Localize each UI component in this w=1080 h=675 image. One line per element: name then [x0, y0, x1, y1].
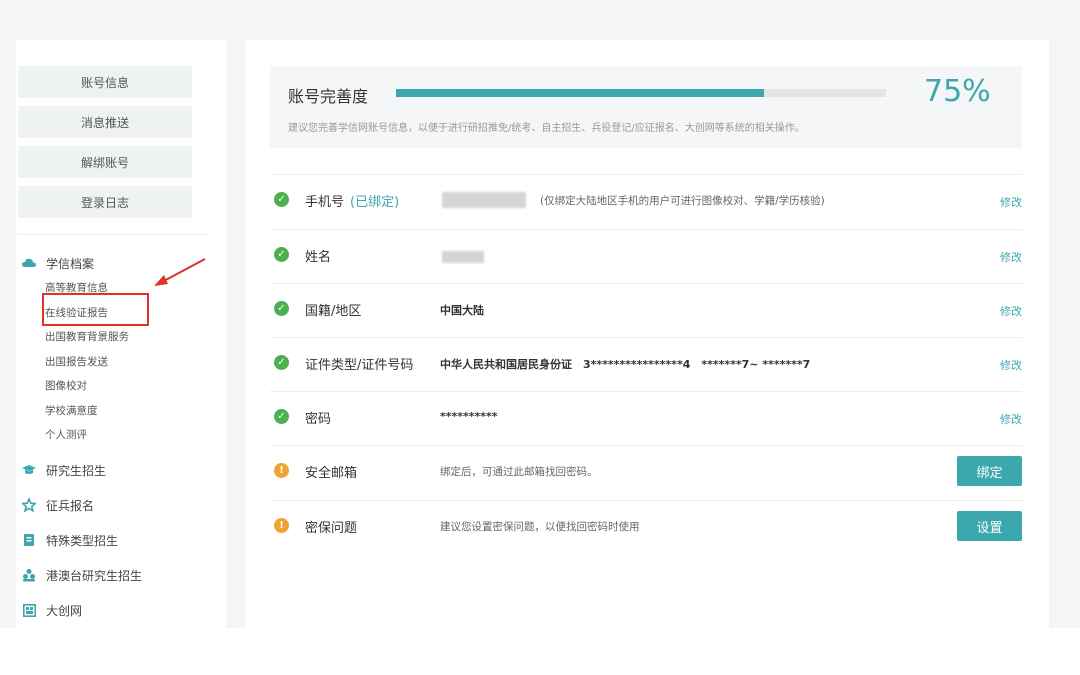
sidebar-subitem-overseas-education-service[interactable]: 出国教育背景服务: [45, 329, 129, 345]
sidebar-item-hkmt-graduate[interactable]: 港澳台研究生招生: [22, 565, 142, 585]
completeness-progress-fill: [396, 89, 764, 97]
sidebar-item-dachuang[interactable]: 大创网: [22, 600, 82, 620]
password-value: **********: [440, 410, 498, 423]
email-label: 安全邮箱: [305, 466, 358, 481]
name-label: 姓名: [305, 250, 332, 265]
cloud-icon: [22, 256, 36, 270]
bind-email-button[interactable]: 绑定: [957, 456, 1022, 486]
sidebar-item-label: 研究生招生: [46, 463, 107, 478]
phone-edit-link[interactable]: 修改: [1000, 194, 1022, 210]
password-edit-link[interactable]: 修改: [1000, 411, 1022, 427]
phone-label: 手机号 (已绑定): [305, 195, 400, 210]
sidebar-item-label: 特殊类型招生: [46, 533, 119, 548]
sidebar-item-xuexin-archive[interactable]: 学信档案: [22, 253, 94, 273]
check-icon: ✓: [274, 192, 289, 207]
completeness-percent: 75%: [924, 74, 991, 109]
email-row: ! 安全邮箱 绑定后，可通过此邮箱找回密码。 绑定: [270, 445, 1022, 500]
red-arrow-annotation: [154, 258, 206, 286]
sidebar-item-special-admission[interactable]: 特殊类型招生: [22, 530, 118, 550]
completeness-hint: 建议您完善学信网账号信息，以便于进行研招推免/统考、自主招生、兵役登记/应征报名…: [288, 123, 805, 134]
phone-row: ✓ 手机号 (已绑定) (仅绑定大陆地区手机的用户可进行图像校对、学籍/学历核验)…: [270, 174, 1022, 229]
id-edit-link[interactable]: 修改: [1000, 357, 1022, 373]
sidebar-item-conscription[interactable]: 征兵报名: [22, 495, 94, 515]
sidebar-item-label: 征兵报名: [46, 498, 95, 513]
password-label: 密码: [305, 412, 332, 427]
login-log-button[interactable]: 登录日志: [18, 186, 192, 218]
graduation-cap-icon: [22, 463, 36, 477]
sidebar-subitem-image-proofread[interactable]: 图像校对: [45, 378, 87, 394]
check-icon: ✓: [274, 355, 289, 370]
sidebar-item-graduate-admission[interactable]: 研究生招生: [22, 460, 106, 480]
star-icon: [22, 498, 36, 512]
sidebar-subitem-overseas-report-send[interactable]: 出国报告发送: [45, 354, 108, 370]
warning-icon: !: [274, 518, 289, 533]
highlight-box: [42, 293, 149, 326]
completeness-box: [270, 66, 1022, 148]
people-icon: [22, 568, 36, 582]
bound-tag: (已绑定): [350, 195, 400, 210]
name-edit-link[interactable]: 修改: [1000, 249, 1022, 265]
completeness-progress-bar: [396, 89, 886, 97]
nationality-row: ✓ 国籍/地区 中国大陆 修改: [270, 283, 1022, 338]
id-row: ✓ 证件类型/证件号码 中华人民共和国居民身份证 3**************…: [270, 337, 1022, 392]
security-question-label: 密保问题: [305, 521, 358, 536]
security-question-row: ! 密保问题 建议您设置密保问题，以便找回密码时使用 设置: [270, 500, 1022, 555]
bottom-margin: [0, 628, 1080, 675]
sidebar-item-label: 学信档案: [46, 256, 95, 271]
nationality-value: 中国大陆: [440, 304, 484, 317]
completeness-title: 账号完善度: [288, 87, 369, 106]
sidebar-subitem-personal-assessment[interactable]: 个人测评: [45, 427, 87, 443]
sidebar-subitem-school-satisfaction[interactable]: 学校满意度: [45, 403, 98, 419]
sidebar-item-label: 港澳台研究生招生: [46, 568, 143, 583]
id-label: 证件类型/证件号码: [305, 358, 414, 373]
message-push-button[interactable]: 消息推送: [18, 106, 192, 138]
name-row: ✓ 姓名 修改: [270, 229, 1022, 284]
security-question-note: 建议您设置密保问题，以便找回密码时使用: [440, 521, 640, 533]
blurred-phone: [442, 192, 526, 208]
phone-note: (仅绑定大陆地区手机的用户可进行图像校对、学籍/学历核验): [540, 195, 825, 207]
check-icon: ✓: [274, 409, 289, 424]
top-band: [0, 0, 1080, 22]
blurred-name: [442, 251, 484, 263]
email-note: 绑定后，可通过此邮箱找回密码。: [440, 466, 598, 478]
check-icon: ✓: [274, 247, 289, 262]
book-icon: [22, 533, 36, 547]
password-row: ✓ 密码 ********** 修改: [270, 391, 1022, 446]
set-security-question-button[interactable]: 设置: [957, 511, 1022, 541]
window-icon: [22, 603, 36, 617]
unbind-account-button[interactable]: 解绑账号: [18, 146, 192, 178]
nationality-edit-link[interactable]: 修改: [1000, 303, 1022, 319]
sidebar-divider: [18, 234, 210, 235]
check-icon: ✓: [274, 301, 289, 316]
nationality-label: 国籍/地区: [305, 304, 362, 319]
sidebar-item-label: 大创网: [46, 603, 83, 618]
id-value: 中华人民共和国居民身份证 3****************4 *******7…: [440, 358, 811, 371]
warning-icon: !: [274, 463, 289, 478]
account-info-button[interactable]: 账号信息: [18, 66, 192, 98]
